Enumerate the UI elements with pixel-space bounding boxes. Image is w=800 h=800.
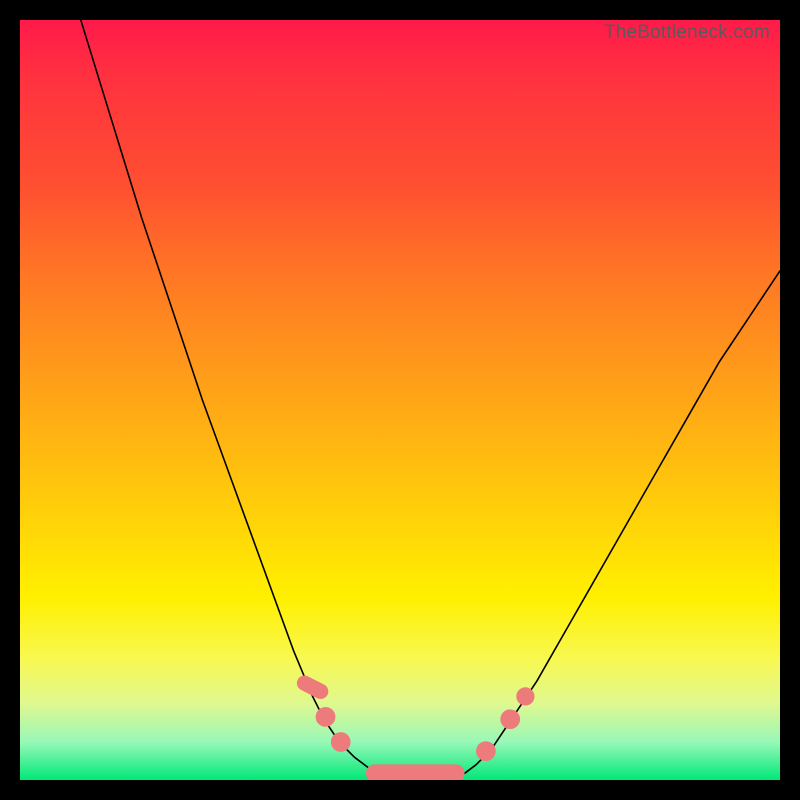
- marker-pill-3: [366, 764, 465, 780]
- chart-frame: TheBottleneck.com: [0, 0, 800, 800]
- marker-circle-4: [476, 741, 496, 761]
- series-right-branch: [461, 271, 780, 776]
- marker-circle-5: [500, 709, 520, 729]
- series-group: [81, 20, 780, 776]
- marker-circle-6: [516, 687, 534, 705]
- markers-group: [294, 673, 534, 780]
- curve-layer: [20, 20, 780, 780]
- marker-circle-1: [316, 707, 336, 727]
- plot-area: TheBottleneck.com: [20, 20, 780, 780]
- series-left-branch: [81, 20, 385, 776]
- marker-circle-2: [331, 732, 351, 752]
